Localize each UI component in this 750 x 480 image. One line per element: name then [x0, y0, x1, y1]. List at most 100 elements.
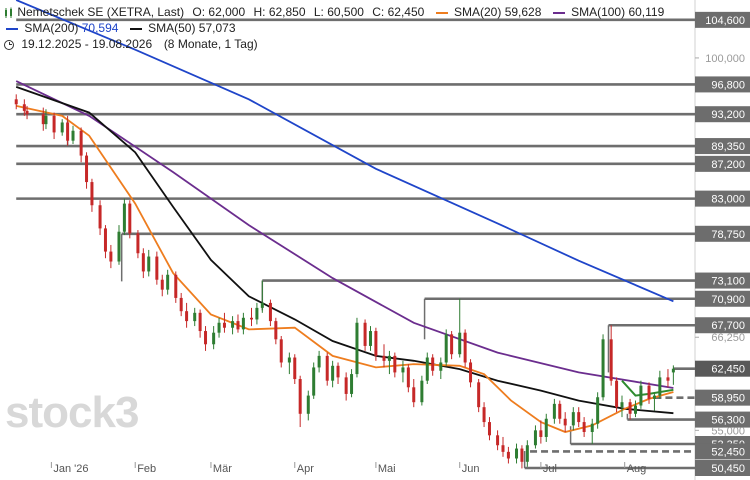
candle-body: [279, 339, 283, 363]
candle-body: [147, 256, 151, 272]
price-level-label: 50,450: [711, 463, 745, 475]
candle-body: [14, 99, 18, 105]
price-level-label: 52,450: [711, 446, 745, 458]
candle-body: [166, 274, 170, 290]
candle-body: [406, 367, 410, 388]
candle-body: [525, 445, 529, 462]
candle-body: [103, 228, 107, 252]
candle-body: [312, 367, 316, 396]
candle-body: [255, 307, 259, 320]
chart-legend: Nemetschek SE (XETRA, Last) O: 62,000 H:…: [0, 0, 750, 52]
candle-body: [136, 233, 140, 254]
candle-body: [469, 362, 473, 383]
sma-line-sma50: [15, 86, 674, 415]
candle-body: [431, 357, 435, 371]
watermark-logo: stock3: [5, 388, 138, 437]
y-tick-label: 55,000: [711, 425, 745, 437]
candle-body: [355, 322, 359, 375]
candle-body: [212, 332, 216, 345]
candle-body: [590, 423, 594, 432]
candle-body: [571, 412, 575, 426]
high-value: 62,850: [268, 5, 306, 19]
chart-plot: stock3 104,60096,80093,20089,35087,20083…: [5, 0, 750, 480]
price-level-label: 67,700: [711, 320, 745, 332]
candle-body: [350, 374, 354, 394]
candle-body: [41, 114, 45, 125]
price-level-label: 78,750: [711, 229, 745, 241]
candle-body: [577, 412, 581, 423]
candle-body: [671, 368, 675, 373]
candle-body: [515, 448, 519, 459]
candle-body: [25, 110, 29, 115]
candle-body: [463, 332, 467, 363]
candle-body: [179, 297, 183, 312]
candle-body: [393, 355, 397, 373]
candle-body: [539, 430, 543, 437]
x-tick-label: Mai: [378, 463, 396, 475]
candle-body: [520, 448, 524, 462]
candle-body: [185, 311, 189, 322]
y-tick-label: 66,250: [711, 332, 745, 344]
candle-body: [444, 334, 448, 363]
close-value: 62,450: [387, 5, 425, 19]
candle-body: [155, 256, 159, 280]
price-level-label: 58,950: [711, 393, 745, 405]
chart-title: Nemetschek SE (XETRA, Last): [17, 5, 185, 19]
close-label: C:: [372, 5, 385, 19]
x-tick-label: Apr: [297, 463, 314, 475]
sma50-value: 57,073: [198, 21, 236, 35]
candle-body: [666, 377, 670, 381]
candle-body: [293, 357, 297, 380]
sma20-name: SMA(20): [454, 5, 502, 19]
price-level-label: 73,100: [711, 276, 745, 288]
candle-body: [325, 355, 329, 381]
sma20-swatch: [435, 11, 448, 14]
high-label: H:: [253, 5, 266, 19]
candle-body: [620, 402, 624, 408]
candle-body: [501, 445, 505, 452]
candle-body: [477, 382, 481, 408]
candle-body: [563, 418, 567, 426]
low-label: L:: [313, 5, 324, 19]
candle-body: [204, 331, 208, 345]
sma200-name: SMA(200): [24, 21, 79, 35]
price-level-label: 89,350: [711, 141, 745, 153]
candle-body: [141, 253, 145, 272]
candle-body: [482, 407, 486, 423]
candle-body: [298, 379, 302, 414]
candle-body: [496, 435, 500, 446]
candle-body: [336, 365, 340, 378]
low-value: 60,500: [327, 5, 364, 19]
candle-body: [122, 203, 126, 232]
sma20-value: 59,628: [504, 5, 542, 19]
price-level-label: 87,200: [711, 159, 745, 171]
candle-body: [363, 322, 367, 346]
price-level-label: 96,800: [711, 79, 745, 91]
candle-body: [412, 387, 416, 403]
sma100-swatch: [552, 11, 565, 14]
candle-body: [174, 274, 178, 298]
candle-body: [66, 122, 70, 141]
candle-body: [615, 380, 619, 408]
price-level-label: 70,900: [711, 294, 745, 306]
candle-body: [331, 365, 335, 381]
candle-body: [401, 367, 405, 373]
candle-body: [609, 339, 613, 381]
candle-body: [458, 332, 462, 355]
candle-body: [374, 331, 378, 356]
x-tick-label: Aug: [627, 463, 647, 475]
candle-body: [487, 422, 491, 436]
open-value: 62,000: [208, 5, 246, 19]
price-level-label: 93,200: [711, 109, 745, 121]
candle-body: [287, 357, 291, 363]
x-tick-label: Jul: [543, 463, 557, 475]
date-range: 19.12.2025 - 19.08.2026: [21, 37, 153, 51]
candle-body: [552, 403, 556, 419]
candle-body: [268, 302, 272, 322]
candle-body: [628, 402, 632, 414]
candle-body: [160, 279, 164, 290]
open-label: O:: [192, 5, 206, 19]
candle-body: [274, 321, 278, 340]
candle-body: [128, 203, 132, 234]
sma100-value: 60,119: [628, 5, 665, 19]
